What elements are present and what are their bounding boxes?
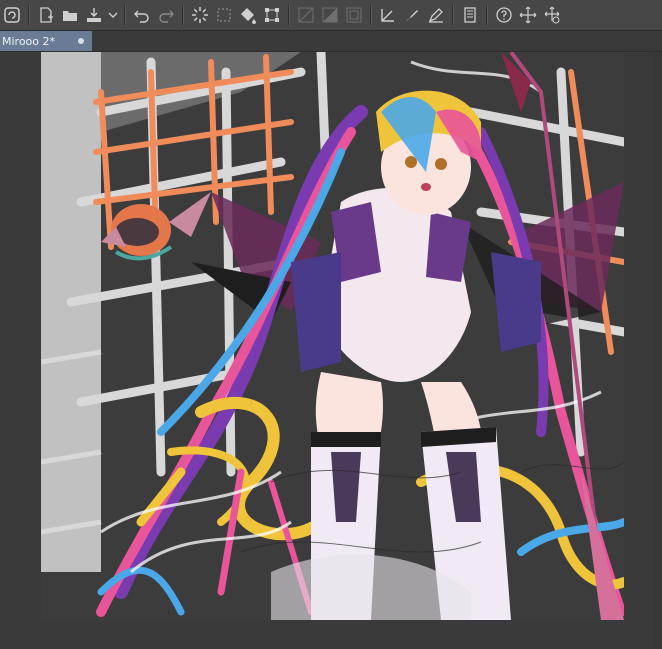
layer-panel-icon[interactable] bbox=[459, 4, 481, 26]
select-all-icon[interactable] bbox=[213, 4, 235, 26]
vertical-scrollbar[interactable] bbox=[654, 52, 662, 649]
pen-icon[interactable] bbox=[401, 4, 423, 26]
open-file-icon[interactable] bbox=[59, 4, 81, 26]
dropdown-icon[interactable] bbox=[107, 4, 119, 26]
save-icon[interactable] bbox=[83, 4, 105, 26]
toolbar-separator bbox=[28, 5, 30, 25]
toolbar-separator bbox=[452, 5, 454, 25]
undo-icon[interactable] bbox=[131, 4, 153, 26]
toolbar-separator bbox=[486, 5, 488, 25]
tab-document[interactable]: Mirooo 2* bbox=[0, 31, 92, 51]
new-file-icon[interactable] bbox=[35, 4, 57, 26]
tab-title: Mirooo 2* bbox=[2, 34, 56, 48]
pencil-icon[interactable] bbox=[425, 4, 447, 26]
toolbar-separator bbox=[182, 5, 184, 25]
move-down-icon[interactable] bbox=[541, 4, 563, 26]
help-icon[interactable] bbox=[493, 4, 515, 26]
toolbar-separator bbox=[370, 5, 372, 25]
transform-icon[interactable] bbox=[261, 4, 283, 26]
move-icon[interactable] bbox=[517, 4, 539, 26]
ruler-icon[interactable] bbox=[377, 4, 399, 26]
redo-icon[interactable] bbox=[155, 4, 177, 26]
document-tab-bar: Mirooo 2* bbox=[0, 31, 662, 52]
toolbar-separator bbox=[288, 5, 290, 25]
fill-icon[interactable] bbox=[237, 4, 259, 26]
canvas-artwork[interactable] bbox=[41, 52, 624, 620]
loading-icon[interactable] bbox=[189, 4, 211, 26]
close-tab-icon[interactable] bbox=[78, 38, 84, 44]
toolbar-separator bbox=[124, 5, 126, 25]
clip-studio-icon[interactable] bbox=[1, 4, 23, 26]
grid-icon[interactable] bbox=[295, 4, 317, 26]
border-icon[interactable] bbox=[343, 4, 365, 26]
command-bar bbox=[0, 0, 662, 31]
gradient-icon[interactable] bbox=[319, 4, 341, 26]
